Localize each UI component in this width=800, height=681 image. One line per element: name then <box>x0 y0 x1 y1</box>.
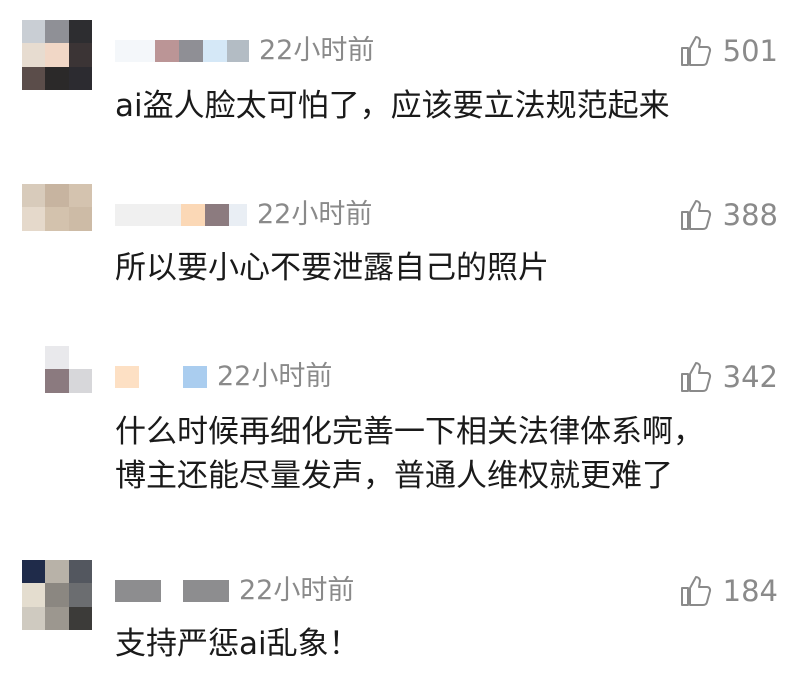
thumbs-up-icon <box>680 200 711 230</box>
avatar-pixel <box>45 207 69 231</box>
username-blur-block <box>183 580 229 602</box>
avatar-pixel <box>45 66 69 90</box>
avatar-pixel <box>68 392 92 416</box>
username-blur-block <box>179 40 203 62</box>
comment-meta: 22小时前 <box>115 200 372 230</box>
avatar[interactable] <box>22 560 92 630</box>
comment-text: ai盗人脸太可怕了，应该要立法规范起来 <box>115 88 670 124</box>
thumbs-up-icon <box>680 576 711 606</box>
avatar-pixel <box>68 369 92 393</box>
like-count: 501 <box>722 34 778 68</box>
avatar-pixel <box>68 560 92 584</box>
avatar-pixel <box>22 392 46 416</box>
avatar[interactable] <box>22 184 92 254</box>
avatar-pixel <box>45 184 69 208</box>
username-blurred[interactable] <box>115 366 207 388</box>
avatar-pixel <box>22 583 46 607</box>
thumbs-up-icon <box>680 36 711 66</box>
avatar-pixel <box>22 43 46 67</box>
username-blur-block <box>115 204 181 226</box>
avatar-pixel <box>22 369 46 393</box>
comment-meta: 22小时前 <box>115 362 332 392</box>
avatar-pixel <box>68 346 92 370</box>
like-button[interactable]: 388 <box>679 198 778 232</box>
username-blur-block <box>161 580 183 602</box>
avatar-pixel <box>22 184 46 208</box>
like-button[interactable]: 184 <box>679 574 778 608</box>
avatar-pixel <box>68 43 92 67</box>
avatar-pixel <box>45 606 69 630</box>
username-blur-block <box>229 204 247 226</box>
comment-item: 22小时前 388 所以要小心不要泄露自己的照片 <box>0 184 800 304</box>
username-blur-block <box>183 366 207 388</box>
avatar-pixel <box>68 230 92 254</box>
comment-item: 22小时前 184 支持严惩ai乱象！ <box>0 560 800 680</box>
avatar-pixel <box>45 560 69 584</box>
avatar-pixel <box>22 346 46 370</box>
comment-meta: 22小时前 <box>115 36 374 66</box>
like-count: 184 <box>722 574 778 608</box>
comment-meta: 22小时前 <box>115 576 354 606</box>
avatar-pixel <box>22 66 46 90</box>
avatar-pixel <box>68 184 92 208</box>
like-button[interactable]: 342 <box>679 360 778 394</box>
comment-text: 所以要小心不要泄露自己的照片 <box>115 250 549 286</box>
username-blur-block <box>205 204 229 226</box>
avatar-pixel <box>45 392 69 416</box>
comment-time: 22小时前 <box>217 361 333 392</box>
avatar-pixel <box>68 207 92 231</box>
username-blur-block <box>227 40 249 62</box>
avatar-pixel <box>45 43 69 67</box>
username-blur-block <box>115 366 139 388</box>
avatar-pixel <box>22 560 46 584</box>
avatar-pixel <box>45 346 69 370</box>
avatar-pixel <box>22 20 46 44</box>
comment-item: 22小时前 342 什么时候再细化完善一下相关法律体系啊， 博主还能尽量发声，普… <box>0 346 800 516</box>
comment-time: 22小时前 <box>257 199 373 230</box>
avatar-pixel <box>22 207 46 231</box>
comment-time: 22小时前 <box>259 35 375 66</box>
username-blurred[interactable] <box>115 40 249 62</box>
avatar-pixel <box>45 369 69 393</box>
avatar[interactable] <box>22 20 92 90</box>
username-blur-block <box>203 40 227 62</box>
avatar-pixel <box>68 583 92 607</box>
comment-time: 22小时前 <box>239 575 355 606</box>
comment-text: 什么时候再细化完善一下相关法律体系啊， 博主还能尽量发声，普通人维权就更难了 <box>115 414 704 494</box>
username-blurred[interactable] <box>115 204 247 226</box>
username-blur-block <box>115 580 161 602</box>
avatar-pixel <box>68 66 92 90</box>
like-count: 342 <box>722 360 778 394</box>
avatar[interactable] <box>22 346 92 416</box>
avatar-pixel <box>68 606 92 630</box>
avatar-pixel <box>68 20 92 44</box>
avatar-pixel <box>45 230 69 254</box>
avatar-pixel <box>45 20 69 44</box>
username-blur-block <box>155 40 179 62</box>
like-count: 388 <box>722 198 778 232</box>
username-blur-block <box>115 40 155 62</box>
like-button[interactable]: 501 <box>679 34 778 68</box>
thumbs-up-icon <box>680 362 711 392</box>
username-blurred[interactable] <box>115 580 229 602</box>
avatar-pixel <box>22 606 46 630</box>
avatar-pixel <box>22 230 46 254</box>
username-blur-block <box>139 366 183 388</box>
comment-item: 22小时前 501 ai盗人脸太可怕了，应该要立法规范起来 <box>0 20 800 140</box>
comment-text: 支持严惩ai乱象！ <box>115 626 360 662</box>
avatar-pixel <box>45 583 69 607</box>
username-blur-block <box>181 204 205 226</box>
